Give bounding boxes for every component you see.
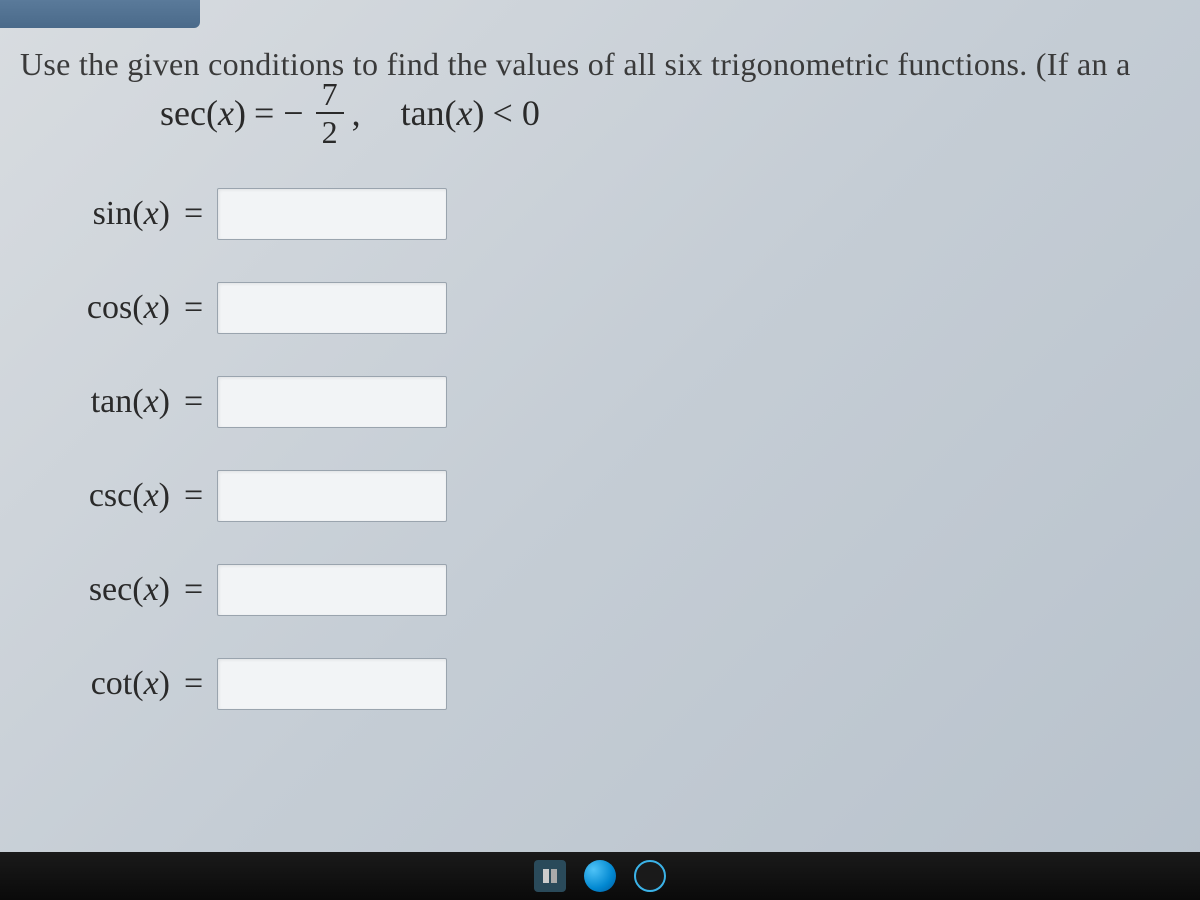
cos-label: cos(x) xyxy=(30,289,170,327)
sec-func-label: sec xyxy=(160,93,206,133)
fraction-denominator: 2 xyxy=(316,114,344,148)
csc-input[interactable] xyxy=(217,470,447,522)
taskbar-edge-icon[interactable] xyxy=(584,860,616,892)
cot-input[interactable] xyxy=(217,658,447,710)
given-conditions: sec(x) = − 7 2 , tan(x) < 0 xyxy=(160,78,1180,148)
browser-tab-fragment xyxy=(0,0,200,28)
row-sin: sin(x) = xyxy=(30,188,1180,240)
taskbar-cortana-icon[interactable] xyxy=(634,860,666,892)
sec-var: x xyxy=(218,93,234,133)
tan-input[interactable] xyxy=(217,376,447,428)
sec-expression: sec(x) = − 7 2 , xyxy=(160,78,361,148)
equals-sign: = xyxy=(184,477,203,515)
app-generic-icon xyxy=(541,867,559,885)
sec-input[interactable] xyxy=(217,564,447,616)
sec-label: sec(x) xyxy=(30,571,170,609)
sin-input[interactable] xyxy=(217,188,447,240)
equals-sign: = xyxy=(184,195,203,233)
row-cot: cot(x) = xyxy=(30,658,1180,710)
equals-sign: = xyxy=(184,665,203,703)
tan-label: tan(x) xyxy=(30,383,170,421)
tan-var: x xyxy=(457,93,473,133)
cos-input[interactable] xyxy=(217,282,447,334)
answer-rows-container: sin(x) = cos(x) = tan(x) = csc(x) = sec(… xyxy=(30,188,1180,710)
row-tan: tan(x) = xyxy=(30,376,1180,428)
tan-inequality: < 0 xyxy=(493,92,540,134)
tan-func-label: tan xyxy=(401,93,445,133)
equals-sign: = xyxy=(184,383,203,421)
row-sec: sec(x) = xyxy=(30,564,1180,616)
sin-label: sin(x) xyxy=(30,195,170,233)
cot-label: cot(x) xyxy=(30,665,170,703)
fraction-seven-halves: 7 2 xyxy=(316,78,344,148)
comma: , xyxy=(352,92,361,134)
equals-sign: = xyxy=(184,289,203,327)
row-cos: cos(x) = xyxy=(30,282,1180,334)
taskbar-app-icon[interactable] xyxy=(534,860,566,892)
windows-taskbar xyxy=(0,852,1200,900)
fraction-numerator: 7 xyxy=(316,78,344,114)
tan-condition: tan(x) < 0 xyxy=(401,92,540,134)
equals-negative: = − xyxy=(254,92,304,134)
csc-label: csc(x) xyxy=(30,477,170,515)
row-csc: csc(x) = xyxy=(30,470,1180,522)
equals-sign: = xyxy=(184,571,203,609)
